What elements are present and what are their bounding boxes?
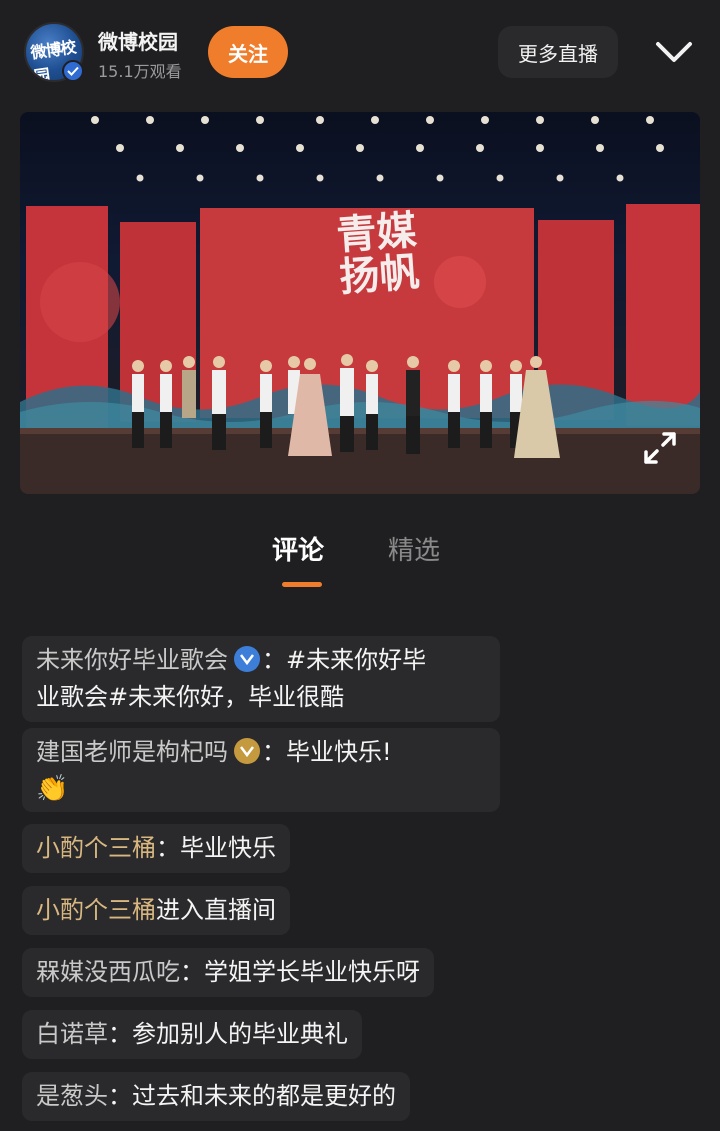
comment-item: 是葱头：过去和未来的都是更好的 [22, 1072, 410, 1121]
follow-button[interactable]: 关注 [208, 26, 288, 78]
chevron-down-icon[interactable] [652, 36, 696, 66]
comment-item: 未来你好毕业歌会 ：#未来你好毕 业歌会#未来你好，毕业很酷 [22, 636, 500, 722]
account-name[interactable]: 微博校园 [98, 26, 178, 55]
comment-text: 参加别人的毕业典礼 [132, 1020, 348, 1048]
tab-comments[interactable]: 评论 [272, 530, 324, 567]
active-tab-indicator [282, 582, 322, 587]
comment-text: 进入直播间 [156, 896, 276, 924]
expand-fullscreen-icon[interactable] [640, 428, 680, 468]
stage-title-art: 青媒扬帆 [334, 206, 421, 302]
verified-badge-icon [62, 60, 84, 82]
comment-text: 学姐学长毕业快乐呀 [204, 958, 420, 986]
viewer-count: 15.1万观看 [98, 62, 182, 81]
comment-username[interactable]: 是葱头 [36, 1082, 108, 1110]
comment-item: 小酌个三桶：毕业快乐 [22, 824, 290, 873]
live-header: 微博校园 微博校园 15.1万观看 关注 更多直播 [0, 0, 720, 100]
comment-username[interactable]: 小酌个三桶 [36, 896, 156, 924]
more-live-button[interactable]: 更多直播 [498, 26, 618, 78]
comment-username[interactable]: 小酌个三桶 [36, 834, 156, 862]
comment-item: 白诺草：参加别人的毕业典礼 [22, 1010, 362, 1059]
live-video-player[interactable]: 青媒扬帆 [20, 112, 700, 494]
comment-item: 槑媒没西瓜吃：学姐学长毕业快乐呀 [22, 948, 434, 997]
comment-text: 毕业快乐 [180, 834, 276, 862]
comment-item: 小酌个三桶进入直播间 [22, 886, 290, 935]
comment-username[interactable]: 槑媒没西瓜吃 [36, 958, 180, 986]
comment-username[interactable]: 未来你好毕业歌会 [36, 646, 228, 674]
comment-username[interactable]: 白诺草 [36, 1020, 108, 1048]
gold-verified-icon [234, 738, 260, 764]
comment-text: 过去和未来的都是更好的 [132, 1082, 396, 1110]
clapping-hands-icon: 👏 [36, 774, 69, 804]
comment-text: 毕业快乐! [286, 738, 392, 766]
stage-scene [20, 116, 700, 494]
comment-item: 建国老师是枸杞吗 ：毕业快乐! 👏 [22, 728, 500, 812]
comment-text-continued: 业歌会#未来你好，毕业很酷 [36, 683, 345, 711]
blue-verified-icon [234, 646, 260, 672]
tab-featured[interactable]: 精选 [388, 530, 440, 567]
comment-username[interactable]: 建国老师是枸杞吗 [36, 738, 228, 766]
comment-text: #未来你好毕 [286, 646, 427, 674]
